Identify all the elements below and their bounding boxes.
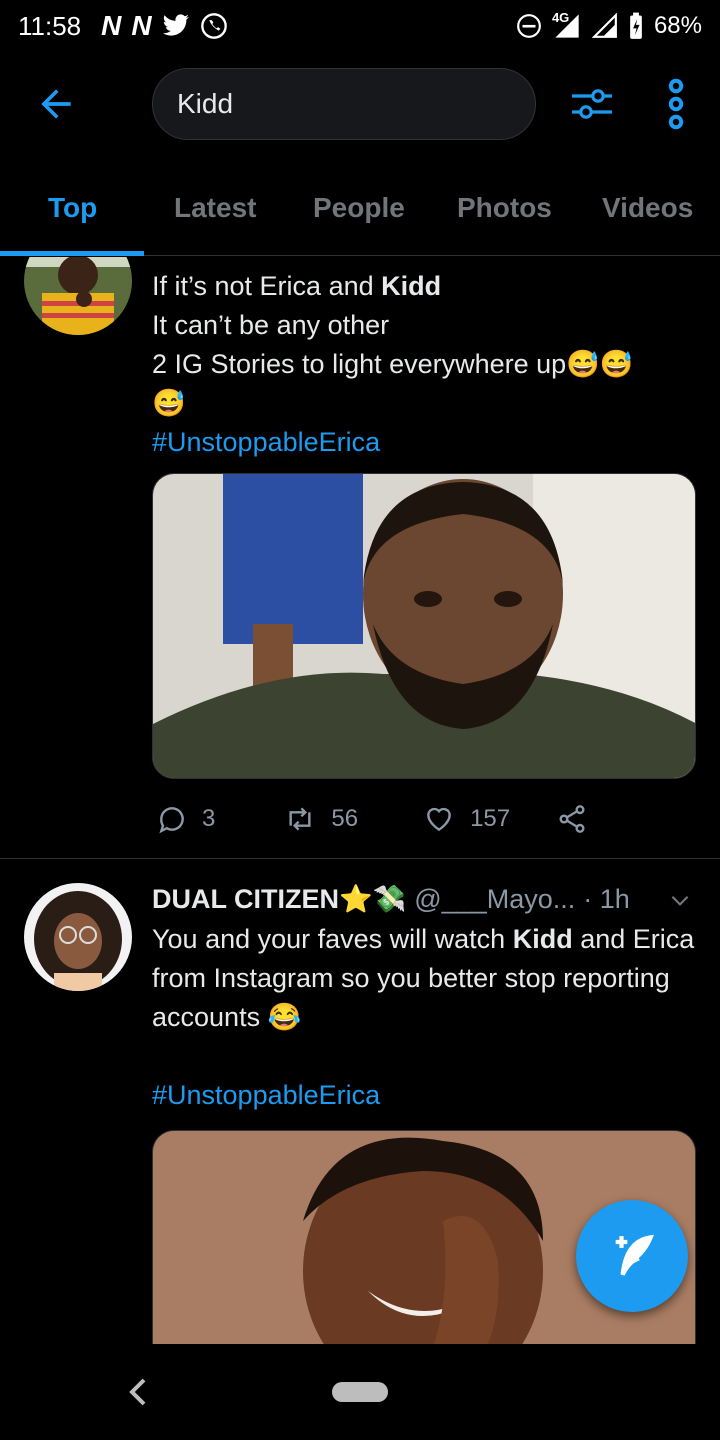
heart-icon [427, 807, 451, 832]
system-nav-bar [0, 1344, 720, 1440]
tweet-text: You and your faves will watch Kidd and E… [152, 881, 697, 1115]
notification-n-icon: N [101, 10, 122, 41]
tweet-text-part: You and your faves will watch [152, 924, 513, 954]
search-header: Kidd [0, 52, 720, 160]
more-options-icon[interactable] [662, 78, 690, 130]
status-right: 4G 68% [516, 10, 702, 40]
filter-settings-icon[interactable] [568, 80, 616, 128]
network-type: 4G [551, 10, 570, 25]
active-tab-indicator [0, 251, 144, 256]
nav-back-icon[interactable] [124, 1374, 152, 1415]
notification-icons: N N [101, 10, 227, 42]
tab-videos[interactable]: Videos [602, 192, 693, 224]
search-results-feed[interactable]: If it’s not Erica and Kidd It can’t be a… [0, 257, 720, 1344]
signal-4g-icon: 4G [551, 10, 582, 40]
reply-count: 3 [202, 805, 216, 832]
sweat-smile-emoji-icon: 😅😅 [566, 349, 634, 379]
tab-top[interactable]: Top [48, 192, 97, 224]
share-icon [559, 805, 585, 833]
notification-n-icon: N [131, 10, 152, 41]
reply-icon [159, 807, 184, 834]
compose-feather-icon [615, 1234, 654, 1276]
like-button[interactable]: 157 [422, 803, 510, 835]
tweet-text-part: If it’s not Erica and [152, 271, 382, 301]
tweet-divider [0, 858, 720, 859]
compose-tweet-button[interactable] [576, 1200, 688, 1312]
share-button[interactable] [556, 803, 588, 835]
battery-level: 68% [653, 12, 702, 39]
do-not-disturb-icon [516, 13, 542, 39]
nav-home-pill[interactable] [332, 1382, 388, 1402]
search-input[interactable]: Kidd [152, 68, 536, 140]
whatsapp-icon [200, 12, 228, 40]
search-query: Kidd [177, 88, 234, 119]
tweet-text-bold: Kidd [512, 924, 573, 954]
hashtag-link[interactable]: #UnstoppableErica [152, 423, 697, 462]
tweet-actions: 3 56 157 [156, 803, 588, 835]
search-tabs: Top Latest People Photos Videos [0, 160, 720, 256]
signal-icon [591, 13, 618, 39]
back-arrow-icon[interactable] [34, 82, 78, 126]
avatar[interactable] [24, 257, 132, 335]
retweet-count: 56 [331, 805, 359, 832]
hashtag-link[interactable]: #UnstoppableErica [152, 1076, 697, 1115]
avatar[interactable] [24, 883, 132, 991]
tweet-text-line: It can’t be any other [152, 310, 390, 340]
status-bar: 11:58 N N 4G 68% [0, 0, 720, 52]
like-count: 157 [470, 805, 511, 832]
retweet-button[interactable]: 56 [283, 803, 358, 835]
twitter-bird-icon [162, 14, 190, 38]
retweet-icon [289, 807, 311, 831]
tweet-text-bold: Kidd [381, 271, 442, 301]
tweet-text: If it’s not Erica and Kidd It can’t be a… [152, 267, 697, 462]
battery-charging-icon [628, 12, 644, 40]
tab-people[interactable]: People [313, 192, 405, 224]
reply-button[interactable]: 3 [156, 803, 215, 835]
tweet-image[interactable] [152, 473, 696, 779]
sweat-smile-emoji-icon: 😅 [152, 388, 186, 418]
tab-photos[interactable]: Photos [457, 192, 552, 224]
status-time: 11:58 [18, 10, 82, 41]
tab-latest[interactable]: Latest [174, 192, 256, 224]
tears-of-joy-emoji-icon: 😂 [267, 1002, 302, 1032]
tweet-text-line: 2 IG Stories to light everywhere up [152, 349, 567, 379]
